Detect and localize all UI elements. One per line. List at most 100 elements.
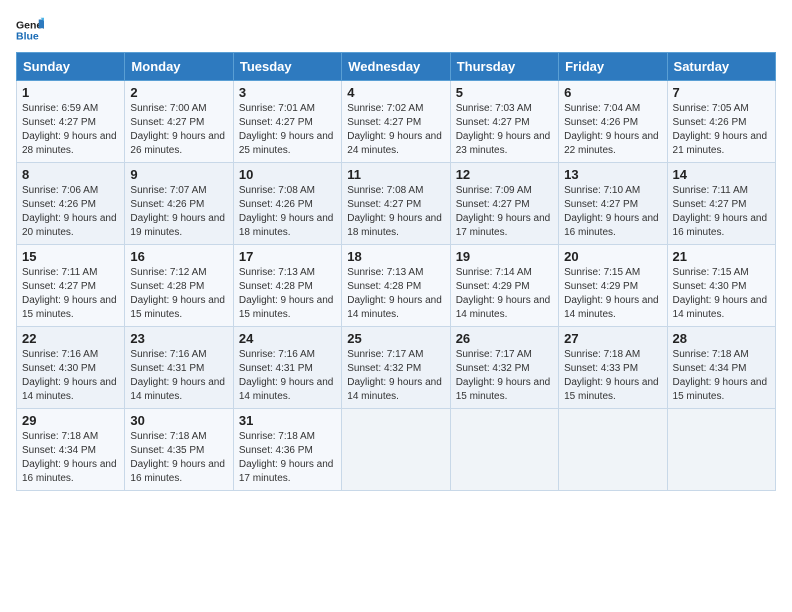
day-number: 27 (564, 331, 661, 346)
day-number: 6 (564, 85, 661, 100)
cell-text: Sunrise: 7:16 AMSunset: 4:31 PMDaylight:… (239, 349, 334, 402)
day-number: 11 (347, 167, 444, 182)
calendar-cell: 13 Sunrise: 7:10 AMSunset: 4:27 PMDaylig… (559, 163, 667, 245)
day-number: 4 (347, 85, 444, 100)
calendar-cell: 11 Sunrise: 7:08 AMSunset: 4:27 PMDaylig… (342, 163, 450, 245)
calendar-cell: 27 Sunrise: 7:18 AMSunset: 4:33 PMDaylig… (559, 327, 667, 409)
calendar-cell: 25 Sunrise: 7:17 AMSunset: 4:32 PMDaylig… (342, 327, 450, 409)
day-number: 2 (130, 85, 227, 100)
day-number: 15 (22, 249, 119, 264)
cell-text: Sunrise: 7:18 AMSunset: 4:35 PMDaylight:… (130, 431, 225, 484)
calendar-cell (450, 409, 558, 491)
cell-text: Sunrise: 7:16 AMSunset: 4:30 PMDaylight:… (22, 349, 117, 402)
col-header-tuesday: Tuesday (233, 53, 341, 81)
calendar-cell: 16 Sunrise: 7:12 AMSunset: 4:28 PMDaylig… (125, 245, 233, 327)
calendar-cell: 1 Sunrise: 6:59 AMSunset: 4:27 PMDayligh… (17, 81, 125, 163)
day-number: 8 (22, 167, 119, 182)
col-header-sunday: Sunday (17, 53, 125, 81)
cell-text: Sunrise: 7:07 AMSunset: 4:26 PMDaylight:… (130, 185, 225, 238)
calendar-cell: 15 Sunrise: 7:11 AMSunset: 4:27 PMDaylig… (17, 245, 125, 327)
logo: General Blue (16, 16, 44, 44)
day-number: 5 (456, 85, 553, 100)
cell-text: Sunrise: 7:03 AMSunset: 4:27 PMDaylight:… (456, 103, 551, 156)
day-number: 3 (239, 85, 336, 100)
day-number: 12 (456, 167, 553, 182)
calendar-cell: 18 Sunrise: 7:13 AMSunset: 4:28 PMDaylig… (342, 245, 450, 327)
cell-text: Sunrise: 7:18 AMSunset: 4:34 PMDaylight:… (22, 431, 117, 484)
calendar-cell: 24 Sunrise: 7:16 AMSunset: 4:31 PMDaylig… (233, 327, 341, 409)
cell-text: Sunrise: 7:13 AMSunset: 4:28 PMDaylight:… (347, 267, 442, 320)
calendar-cell: 28 Sunrise: 7:18 AMSunset: 4:34 PMDaylig… (667, 327, 775, 409)
day-number: 16 (130, 249, 227, 264)
cell-text: Sunrise: 7:06 AMSunset: 4:26 PMDaylight:… (22, 185, 117, 238)
calendar-cell: 2 Sunrise: 7:00 AMSunset: 4:27 PMDayligh… (125, 81, 233, 163)
calendar-cell: 20 Sunrise: 7:15 AMSunset: 4:29 PMDaylig… (559, 245, 667, 327)
calendar-cell: 21 Sunrise: 7:15 AMSunset: 4:30 PMDaylig… (667, 245, 775, 327)
day-number: 18 (347, 249, 444, 264)
day-number: 31 (239, 413, 336, 428)
day-number: 28 (673, 331, 770, 346)
day-number: 14 (673, 167, 770, 182)
cell-text: Sunrise: 7:09 AMSunset: 4:27 PMDaylight:… (456, 185, 551, 238)
col-header-saturday: Saturday (667, 53, 775, 81)
day-number: 21 (673, 249, 770, 264)
day-number: 10 (239, 167, 336, 182)
cell-text: Sunrise: 7:05 AMSunset: 4:26 PMDaylight:… (673, 103, 768, 156)
cell-text: Sunrise: 7:04 AMSunset: 4:26 PMDaylight:… (564, 103, 659, 156)
calendar-cell: 17 Sunrise: 7:13 AMSunset: 4:28 PMDaylig… (233, 245, 341, 327)
calendar-cell: 10 Sunrise: 7:08 AMSunset: 4:26 PMDaylig… (233, 163, 341, 245)
calendar-cell: 23 Sunrise: 7:16 AMSunset: 4:31 PMDaylig… (125, 327, 233, 409)
col-header-friday: Friday (559, 53, 667, 81)
cell-text: Sunrise: 7:17 AMSunset: 4:32 PMDaylight:… (456, 349, 551, 402)
cell-text: Sunrise: 7:00 AMSunset: 4:27 PMDaylight:… (130, 103, 225, 156)
day-number: 19 (456, 249, 553, 264)
calendar-cell (667, 409, 775, 491)
calendar-cell (342, 409, 450, 491)
col-header-monday: Monday (125, 53, 233, 81)
day-number: 29 (22, 413, 119, 428)
calendar-cell: 12 Sunrise: 7:09 AMSunset: 4:27 PMDaylig… (450, 163, 558, 245)
header: General Blue (16, 16, 776, 44)
day-number: 22 (22, 331, 119, 346)
calendar-cell: 30 Sunrise: 7:18 AMSunset: 4:35 PMDaylig… (125, 409, 233, 491)
cell-text: Sunrise: 7:11 AMSunset: 4:27 PMDaylight:… (22, 267, 117, 320)
calendar-cell: 26 Sunrise: 7:17 AMSunset: 4:32 PMDaylig… (450, 327, 558, 409)
cell-text: Sunrise: 7:13 AMSunset: 4:28 PMDaylight:… (239, 267, 334, 320)
calendar-cell: 5 Sunrise: 7:03 AMSunset: 4:27 PMDayligh… (450, 81, 558, 163)
calendar-cell: 29 Sunrise: 7:18 AMSunset: 4:34 PMDaylig… (17, 409, 125, 491)
cell-text: Sunrise: 7:11 AMSunset: 4:27 PMDaylight:… (673, 185, 768, 238)
cell-text: Sunrise: 7:08 AMSunset: 4:26 PMDaylight:… (239, 185, 334, 238)
cell-text: Sunrise: 7:14 AMSunset: 4:29 PMDaylight:… (456, 267, 551, 320)
cell-text: Sunrise: 7:17 AMSunset: 4:32 PMDaylight:… (347, 349, 442, 402)
day-number: 13 (564, 167, 661, 182)
logo-icon: General Blue (16, 16, 44, 44)
calendar-cell: 19 Sunrise: 7:14 AMSunset: 4:29 PMDaylig… (450, 245, 558, 327)
cell-text: Sunrise: 7:15 AMSunset: 4:29 PMDaylight:… (564, 267, 659, 320)
day-number: 24 (239, 331, 336, 346)
calendar-cell: 22 Sunrise: 7:16 AMSunset: 4:30 PMDaylig… (17, 327, 125, 409)
col-header-thursday: Thursday (450, 53, 558, 81)
calendar-cell: 31 Sunrise: 7:18 AMSunset: 4:36 PMDaylig… (233, 409, 341, 491)
col-header-wednesday: Wednesday (342, 53, 450, 81)
calendar-cell: 14 Sunrise: 7:11 AMSunset: 4:27 PMDaylig… (667, 163, 775, 245)
day-number: 1 (22, 85, 119, 100)
cell-text: Sunrise: 7:10 AMSunset: 4:27 PMDaylight:… (564, 185, 659, 238)
calendar-cell: 3 Sunrise: 7:01 AMSunset: 4:27 PMDayligh… (233, 81, 341, 163)
calendar-cell: 6 Sunrise: 7:04 AMSunset: 4:26 PMDayligh… (559, 81, 667, 163)
calendar-cell: 8 Sunrise: 7:06 AMSunset: 4:26 PMDayligh… (17, 163, 125, 245)
day-number: 7 (673, 85, 770, 100)
cell-text: Sunrise: 7:01 AMSunset: 4:27 PMDaylight:… (239, 103, 334, 156)
calendar-cell: 4 Sunrise: 7:02 AMSunset: 4:27 PMDayligh… (342, 81, 450, 163)
cell-text: Sunrise: 7:08 AMSunset: 4:27 PMDaylight:… (347, 185, 442, 238)
cell-text: Sunrise: 7:15 AMSunset: 4:30 PMDaylight:… (673, 267, 768, 320)
cell-text: Sunrise: 7:18 AMSunset: 4:34 PMDaylight:… (673, 349, 768, 402)
cell-text: Sunrise: 7:18 AMSunset: 4:33 PMDaylight:… (564, 349, 659, 402)
day-number: 25 (347, 331, 444, 346)
svg-text:Blue: Blue (16, 31, 39, 43)
calendar-cell: 7 Sunrise: 7:05 AMSunset: 4:26 PMDayligh… (667, 81, 775, 163)
cell-text: Sunrise: 7:16 AMSunset: 4:31 PMDaylight:… (130, 349, 225, 402)
day-number: 9 (130, 167, 227, 182)
cell-text: Sunrise: 7:12 AMSunset: 4:28 PMDaylight:… (130, 267, 225, 320)
day-number: 26 (456, 331, 553, 346)
cell-text: Sunrise: 7:18 AMSunset: 4:36 PMDaylight:… (239, 431, 334, 484)
